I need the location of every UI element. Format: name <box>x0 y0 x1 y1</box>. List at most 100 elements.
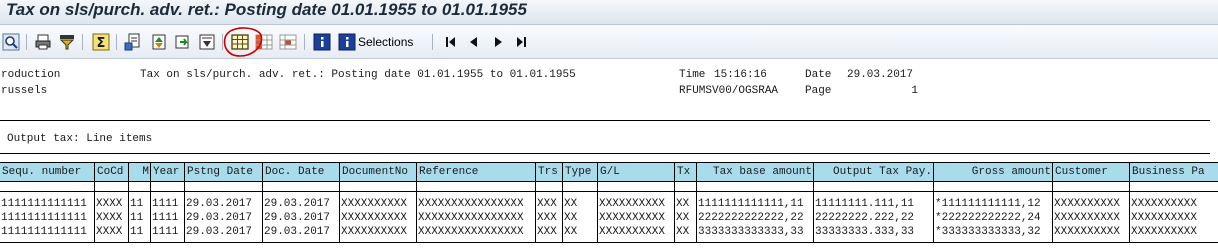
column-divider <box>1052 162 1053 242</box>
table-cell: XXXXXXXXXX <box>1131 212 1198 224</box>
next-page-icon[interactable] <box>489 33 507 51</box>
table-cell: XX <box>564 212 578 224</box>
table-cell: 29.03.2017 <box>264 198 331 210</box>
table-cell: 1111111111111 <box>1 226 87 238</box>
company-line-1: roduction <box>1 69 61 81</box>
table-cell: XXXXXXXXXX <box>341 198 408 210</box>
table-cell: 33333333.333,33 <box>815 226 915 238</box>
time-value: 15:16:16 <box>714 69 767 81</box>
column-header[interactable]: Year <box>151 163 185 181</box>
table-cell: 29.03.2017 <box>186 198 253 210</box>
selections-button[interactable]: Selections <box>358 34 413 50</box>
column-header[interactable]: G/L <box>598 163 675 181</box>
table-cell: 1111111111111,11 <box>698 198 804 210</box>
table-cell: XXXXXXXXXX <box>341 212 408 224</box>
details-icon[interactable] <box>279 33 297 51</box>
page-number: 1 <box>911 85 918 97</box>
column-header[interactable]: Reference <box>417 163 536 181</box>
table-cell: XXXXXXXXXX <box>599 226 666 238</box>
table-cell: XXXXXXXXXX <box>1054 212 1121 224</box>
table-cell: XX <box>564 198 578 210</box>
table-cell: 1111111111111 <box>1 198 87 210</box>
table-cell: 29.03.2017 <box>264 226 331 238</box>
column-header[interactable]: Tax base amount <box>697 163 814 181</box>
table-cell: 1111 <box>152 226 179 238</box>
last-page-icon[interactable] <box>512 33 530 51</box>
column-header[interactable]: Type <box>563 163 598 181</box>
column-divider <box>813 162 814 242</box>
table-cell: XXXX <box>96 198 123 210</box>
column-header[interactable]: Output Tax Pay. <box>814 163 934 181</box>
filter-icon[interactable] <box>58 33 76 51</box>
refresh-icon[interactable] <box>174 33 192 51</box>
table-cell: 29.03.2017 <box>186 212 253 224</box>
table-cell: 3333333333333,33 <box>698 226 804 238</box>
column-header[interactable]: M <box>129 163 151 181</box>
column-divider <box>535 162 536 242</box>
info-icon[interactable] <box>313 33 331 51</box>
time-label: Time <box>679 69 706 81</box>
column-header[interactable]: Pstng Date <box>185 163 263 181</box>
column-divider <box>339 162 340 242</box>
layout-icon[interactable] <box>198 33 216 51</box>
column-header[interactable]: DocumentNo <box>340 163 417 181</box>
print-icon[interactable] <box>34 33 52 51</box>
column-divider <box>597 162 598 242</box>
table-cell: XXX <box>537 198 557 210</box>
svg-text:Σ: Σ <box>97 36 106 51</box>
column-header[interactable]: Doc. Date <box>263 163 340 181</box>
table-cell: XXXXXXXXXX <box>1054 226 1121 238</box>
column-header[interactable]: Tx <box>675 163 697 181</box>
table-cell: XXXXXXXXXX <box>341 226 408 238</box>
table-cell: 29.03.2017 <box>186 226 253 238</box>
table-cell: 11 <box>130 212 144 224</box>
table-cell: XXX <box>537 212 557 224</box>
first-page-icon[interactable] <box>442 33 460 51</box>
table-cell: *111111111111,12 <box>935 198 1041 210</box>
table-cell: XX <box>676 212 690 224</box>
column-header[interactable]: Customer <box>1053 163 1130 181</box>
table-cell: 11111111.111,11 <box>815 198 915 210</box>
table-cell: XXXXXXXXXX <box>1054 198 1121 210</box>
table-cell: XXXXXXXXXX <box>1131 198 1198 210</box>
column-divider <box>562 162 563 242</box>
table-cell: XXXXXXXXXXXXXXXX <box>418 198 524 210</box>
find-icon[interactable] <box>2 33 20 51</box>
title-bar: Tax on sls/purch. adv. ret.: Posting dat… <box>0 0 1218 25</box>
table-cell: 22222222.222,22 <box>815 212 915 224</box>
table-cell: XXXXXXXXXXXXXXXX <box>418 226 524 238</box>
date-label: Date <box>805 69 832 81</box>
column-divider <box>262 162 263 242</box>
window-title: Tax on sls/purch. adv. ret.: Posting dat… <box>6 0 527 19</box>
table-cell: 29.03.2017 <box>264 212 331 224</box>
table-cell: *222222222222,24 <box>935 212 1041 224</box>
column-divider <box>933 162 934 242</box>
table-cell: 1111111111111 <box>1 212 87 224</box>
table-cell: XXXXXXXXXX <box>599 212 666 224</box>
column-header[interactable]: Business Pa <box>1130 163 1218 181</box>
table-cell: 11 <box>130 226 144 238</box>
selections-icon[interactable] <box>338 33 356 51</box>
sum-icon[interactable]: Σ <box>92 33 110 51</box>
table-cell: XXXX <box>96 226 123 238</box>
table-cell: XX <box>564 226 578 238</box>
application-toolbar: Σ Selections <box>0 25 1218 59</box>
column-divider <box>150 162 151 242</box>
column-divider <box>184 162 185 242</box>
table-cell: XXXXXXXXXX <box>599 198 666 210</box>
divider <box>0 153 1210 154</box>
column-divider <box>94 162 95 242</box>
column-header[interactable]: CoCd <box>95 163 129 181</box>
column-divider <box>674 162 675 242</box>
sort-icon[interactable] <box>150 33 168 51</box>
table-cell: XXXXXXXXXXXXXXXX <box>418 212 524 224</box>
prev-page-icon[interactable] <box>465 33 483 51</box>
page-label: Page <box>805 85 832 97</box>
column-header[interactable]: Sequ. number <box>0 163 95 181</box>
column-divider <box>1129 162 1130 242</box>
column-header[interactable]: Trs <box>536 163 563 181</box>
table-cell: XXXXXXXXXX <box>1131 226 1198 238</box>
company-line-2: russels <box>1 85 48 97</box>
export-icon[interactable] <box>124 33 142 51</box>
column-header[interactable]: Gross amount <box>934 163 1053 181</box>
